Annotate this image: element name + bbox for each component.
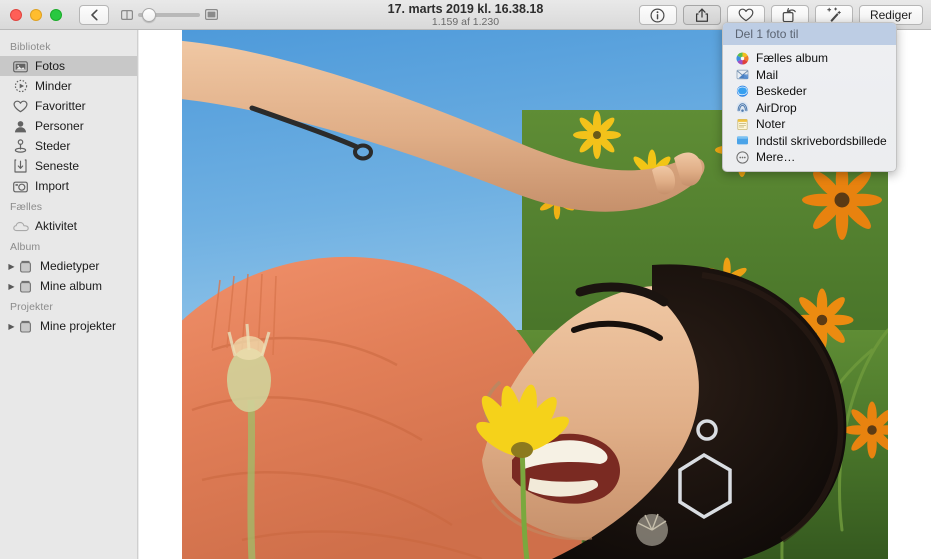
- share-menu-item-label: Mail: [756, 68, 778, 82]
- sidebar: Bibliotek Fotos Minder: [0, 30, 138, 559]
- sidebar-item-label: Steder: [35, 139, 70, 153]
- photo-datetime-title: 17. marts 2019 kl. 16.38.18: [388, 2, 544, 16]
- close-window-button[interactable]: [10, 9, 22, 21]
- sidebar-item-label: Minder: [35, 79, 72, 93]
- share-menu-item-mail[interactable]: Mail: [723, 67, 896, 84]
- person-icon: [12, 119, 29, 134]
- sidebar-item-label: Seneste: [35, 159, 79, 173]
- share-menu-item-airdrop[interactable]: AirDrop: [723, 100, 896, 117]
- sidebar-section-header-projekter: Projekter: [0, 296, 137, 316]
- dandelion-puff: [636, 514, 668, 546]
- share-menu-item-beskeder[interactable]: Beskeder: [723, 83, 896, 100]
- magic-wand-icon: [826, 7, 842, 23]
- album-icon: [17, 259, 34, 274]
- share-menu-header: Del 1 foto til: [723, 23, 896, 45]
- notes-icon: [735, 117, 749, 131]
- sidebar-item-mine-album[interactable]: ▶ Mine album: [0, 276, 137, 296]
- sidebar-item-aktivitet[interactable]: Aktivitet: [0, 216, 137, 236]
- share-menu-item-mere[interactable]: Mere…: [723, 149, 896, 166]
- camera-icon: [12, 179, 29, 194]
- zoom-window-button[interactable]: [50, 9, 62, 21]
- sidebar-section-header-album: Album: [0, 236, 137, 256]
- album-icon: [17, 319, 34, 334]
- desktop-picture-icon: [735, 134, 749, 148]
- chevron-left-icon: [90, 9, 99, 21]
- download-icon: [12, 159, 29, 174]
- zoom-slider[interactable]: [121, 9, 218, 20]
- share-menu-item-noter[interactable]: Noter: [723, 116, 896, 133]
- sidebar-item-import[interactable]: Import: [0, 176, 137, 196]
- share-icon: [695, 7, 709, 23]
- chevron-right-icon[interactable]: ▶: [6, 322, 17, 331]
- minimize-window-button[interactable]: [30, 9, 42, 21]
- rotate-icon: [782, 7, 797, 23]
- chevron-right-icon[interactable]: ▶: [6, 262, 17, 271]
- sidebar-item-label: Import: [35, 179, 69, 193]
- traffic-light-buttons: [10, 9, 62, 21]
- sidebar-item-fotos[interactable]: Fotos: [0, 56, 137, 76]
- info-button[interactable]: [639, 5, 677, 25]
- photo-index-subtitle: 1.159 af 1.230: [432, 16, 499, 28]
- sidebar-item-label: Aktivitet: [35, 219, 77, 233]
- sidebar-item-label: Mine projekter: [40, 319, 116, 333]
- sidebar-item-label: Personer: [35, 119, 84, 133]
- sidebar-item-steder[interactable]: Steder: [0, 136, 137, 156]
- sidebar-section-header-faelles: Fælles: [0, 196, 137, 216]
- share-button[interactable]: [683, 5, 721, 25]
- heart-icon: [738, 8, 754, 22]
- sidebar-item-favoritter[interactable]: Favoritter: [0, 96, 137, 116]
- photos-app-window: 17. marts 2019 kl. 16.38.18 1.159 af 1.2…: [0, 0, 931, 559]
- album-icon: [17, 279, 34, 294]
- photos-pinwheel-icon: [735, 51, 749, 65]
- sidebar-section-header-bibliotek: Bibliotek: [0, 36, 137, 56]
- sidebar-item-mine-projekter[interactable]: ▶ Mine projekter: [0, 316, 137, 336]
- share-menu-item-label: Beskeder: [756, 84, 807, 98]
- sidebar-item-label: Medietyper: [40, 259, 99, 273]
- sidebar-item-personer[interactable]: Personer: [0, 116, 137, 136]
- grid-view-icon[interactable]: [121, 10, 133, 20]
- share-menu-popover: Del 1 foto til Fælles album: [722, 22, 897, 172]
- sidebar-item-label: Favoritter: [35, 99, 86, 113]
- info-circle-icon: [650, 8, 665, 23]
- single-photo-icon[interactable]: [205, 9, 218, 20]
- zoom-slider-knob[interactable]: [142, 8, 156, 22]
- more-ellipsis-icon: [735, 150, 749, 164]
- sidebar-item-minder[interactable]: Minder: [0, 76, 137, 96]
- cloud-icon: [12, 219, 29, 234]
- pin-icon: [12, 139, 29, 154]
- memories-icon: [12, 79, 29, 94]
- share-menu-item-faelles-album[interactable]: Fælles album: [723, 50, 896, 67]
- sidebar-item-seneste[interactable]: Seneste: [0, 156, 137, 176]
- share-menu-item-label: Mere…: [756, 150, 795, 164]
- share-menu-item-label: Indstil skrivebordsbillede: [756, 134, 887, 148]
- messages-icon: [735, 84, 749, 98]
- zoom-slider-track[interactable]: [138, 13, 200, 17]
- mail-icon: [735, 68, 749, 82]
- airdrop-icon: [735, 101, 749, 115]
- share-menu-item-indstil-skrivebordsbillede[interactable]: Indstil skrivebordsbillede: [723, 133, 896, 150]
- sidebar-item-medietyper[interactable]: ▶ Medietyper: [0, 256, 137, 276]
- heart-icon: [12, 99, 29, 114]
- share-menu-item-label: Noter: [756, 117, 785, 131]
- share-menu-item-label: Fælles album: [756, 51, 828, 65]
- chevron-right-icon[interactable]: ▶: [6, 282, 17, 291]
- share-menu-item-label: AirDrop: [756, 101, 797, 115]
- back-button[interactable]: [79, 5, 109, 25]
- sidebar-item-label: Mine album: [40, 279, 102, 293]
- sidebar-item-label: Fotos: [35, 59, 65, 73]
- photos-icon: [12, 59, 29, 74]
